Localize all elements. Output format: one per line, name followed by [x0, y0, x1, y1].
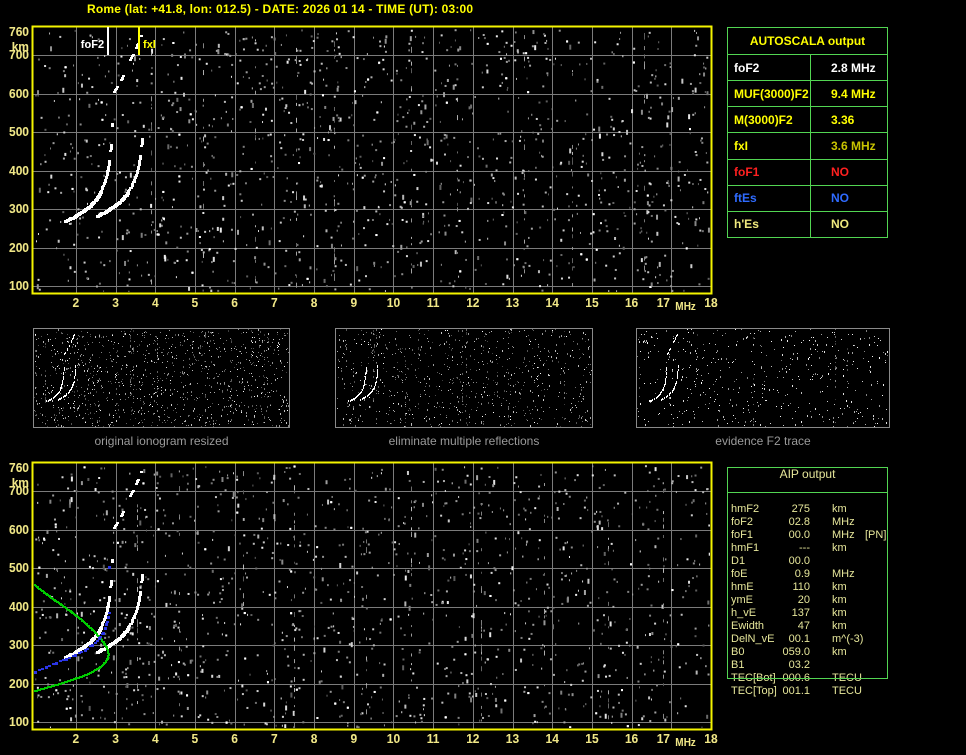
aip-output-panel: AIP output hmF2 275 km foF2 02.8 MHz foF1 00.0 M…: [727, 467, 888, 707]
aip-row-DelN_vE: DelN_vE 00.1 m^(-3): [731, 633, 886, 646]
autoscala-row-M(3000)F2: M(3000)F2 3.36: [728, 107, 887, 134]
bottom-ionogram-plot: [0, 455, 724, 755]
param-value: 47: [797, 620, 810, 632]
param-label: foF1: [731, 529, 754, 541]
param-value: 9.4 MHz: [831, 86, 876, 101]
param-unit: km: [832, 542, 847, 554]
autoscala-output-panel: AUTOSCALA output foF2 2.8 MHz MUF(3000)F2 9…: [727, 27, 888, 238]
aip-row-foF1: foF1 00.0 MHz [PN]: [731, 529, 886, 542]
param-unit: m^(-3): [832, 633, 864, 645]
param-value: 00.1: [788, 633, 810, 645]
param-label: DelN_vE: [731, 633, 775, 645]
aip-row-D1: D1 00.0: [731, 555, 886, 568]
autoscala-output-header: AUTOSCALA output: [728, 28, 887, 55]
param-label: MUF(3000)F2: [728, 81, 811, 107]
param-label: foF2: [728, 55, 811, 81]
param-value: ---: [799, 542, 810, 554]
thumbnail-eliminate-reflections: [335, 328, 593, 428]
param-value: 275: [791, 503, 810, 515]
param-unit: km: [832, 607, 847, 619]
autoscala-row-h'Es: h'Es NO: [728, 211, 887, 237]
param-value: 110: [792, 581, 810, 593]
param-label: hmF2: [731, 503, 760, 515]
autoscala-row-ftEs: ftEs NO: [728, 185, 887, 212]
param-label: h_vE: [731, 607, 757, 619]
param-label: ymE: [731, 594, 753, 606]
aip-row-hmF2: hmF2 275 km: [731, 503, 886, 516]
param-value: 00.0: [788, 555, 810, 567]
param-label: foF2: [731, 516, 754, 528]
param-unit: km: [832, 581, 847, 593]
autoscala-app-screen: Rome (lat: +41.8, lon: 012.5) - DATE: 20…: [0, 0, 966, 755]
aip-row-h_vE: h_vE 137 km: [731, 607, 886, 620]
param-label: M(3000)F2: [728, 107, 811, 133]
param-label: TEC[Top]: [731, 685, 777, 697]
autoscala-row-foF1: foF1 NO: [728, 159, 887, 186]
thumbnail-caption: eliminate multiple reflections: [388, 434, 540, 448]
param-label: B0: [731, 646, 745, 658]
thumbnail-caption: original ionogram resized: [94, 434, 229, 448]
param-label: TEC[Bot]: [731, 672, 776, 684]
param-value: 00.0: [788, 529, 810, 541]
param-value: NO: [831, 191, 849, 206]
aip-row-ymE: ymE 20 km: [731, 594, 886, 607]
aip-row-hmE: hmE 110 km: [731, 581, 886, 594]
aip-rows: hmF2 275 km foF2 02.8 MHz foF1 00.0 MHz [PN] hmF1 -…: [731, 503, 886, 698]
param-unit: km: [832, 646, 847, 658]
station-date-title: Rome (lat: +41.8, lon: 012.5) - DATE: 20…: [87, 2, 474, 16]
param-value: 059.0: [782, 646, 810, 658]
param-unit: TECU: [832, 672, 862, 684]
autoscala-row-fxI: fxI 3.6 MHz: [728, 133, 887, 160]
param-value: 001.1: [782, 685, 810, 697]
param-value: 20: [797, 594, 810, 606]
param-unit: MHz: [832, 568, 855, 580]
param-label: h'Es: [728, 211, 811, 237]
param-label: foE: [731, 568, 748, 580]
aip-row-foF2: foF2 02.8 MHz: [731, 516, 886, 529]
param-value: 2.8 MHz: [831, 60, 876, 75]
top-ionogram-plot: [0, 18, 724, 314]
param-value: 03.2: [788, 659, 810, 671]
param-label: ftEs: [728, 185, 811, 211]
aip-row-foE: foE 0.9 MHz: [731, 568, 886, 581]
param-label: hmF1: [731, 542, 760, 554]
param-unit: km: [832, 503, 847, 515]
autoscala-row-MUF(3000)F2: MUF(3000)F2 9.4 MHz: [728, 81, 887, 108]
param-label: D1: [731, 555, 746, 567]
autoscala-row-foF2: foF2 2.8 MHz: [728, 55, 887, 82]
thumbnail-original-ionogram: [33, 328, 290, 428]
param-value: 3.6 MHz: [831, 138, 876, 153]
aip-row-TEC[Top]: TEC[Top] 001.1 TECU: [731, 685, 886, 698]
param-unit: km: [832, 594, 847, 606]
param-value: 3.36: [831, 112, 855, 127]
param-unit: TECU: [832, 685, 862, 697]
param-label: Ewidth: [731, 620, 765, 632]
param-unit: km: [832, 620, 847, 632]
thumbnail-caption: evidence F2 trace: [715, 434, 811, 448]
param-value: 000.6: [782, 672, 810, 684]
param-value: NO: [831, 217, 849, 232]
param-label: B1: [731, 659, 745, 671]
aip-row-Ewidth: Ewidth 47 km: [731, 620, 886, 633]
param-value: NO: [831, 165, 849, 180]
aip-row-hmF1: hmF1 --- km: [731, 542, 886, 555]
param-unit: MHz: [832, 516, 855, 528]
param-value: 0.9: [794, 568, 810, 580]
param-value: 02.8: [788, 516, 810, 528]
aip-output-header: AIP output: [727, 467, 888, 493]
aip-row-TEC[Bot]: TEC[Bot] 000.6 TECU: [731, 672, 886, 685]
param-unit: MHz: [832, 529, 855, 541]
param-label: fxI: [728, 133, 811, 159]
aip-row-B0: B0 059.0 km: [731, 646, 886, 659]
param-label: hmE: [731, 581, 754, 593]
param-note: [PN]: [865, 529, 887, 541]
param-label: foF1: [728, 159, 811, 185]
aip-row-B1: B1 03.2: [731, 659, 886, 672]
autoscala-rows: foF2 2.8 MHz MUF(3000)F2 9.4 MHz M(3000)F2 3.…: [728, 55, 887, 237]
param-value: 137: [791, 607, 810, 619]
thumbnail-evidence-f2-trace: [636, 328, 890, 428]
